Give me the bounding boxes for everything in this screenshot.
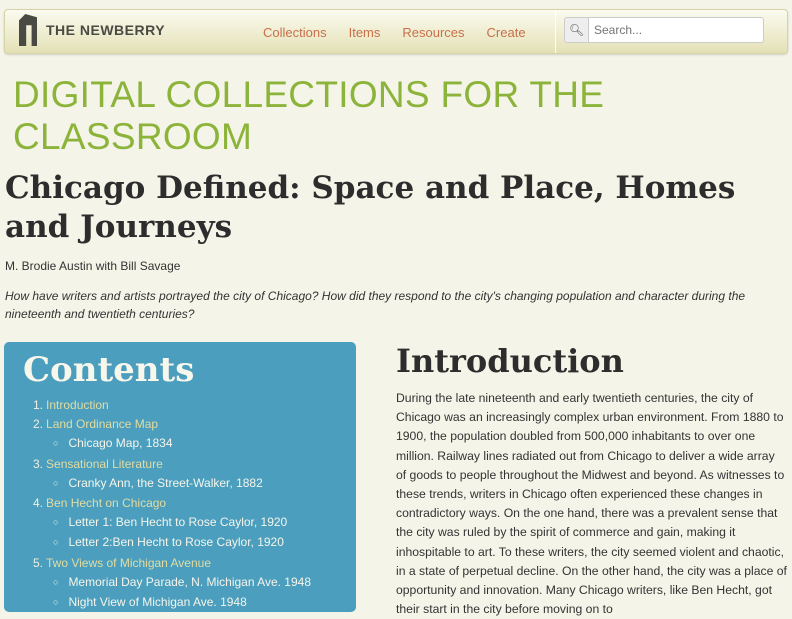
contents-subitem[interactable]: Memorial Day Parade, N. Michigan Ave. 19… [33, 573, 356, 593]
subitem-label: Cranky Ann, the Street-Walker, 1882 [68, 475, 263, 490]
contents-link[interactable]: Land Ordinance Map [46, 417, 158, 431]
author-line: M. Brodie Austin with Bill Savage [5, 259, 181, 273]
contents-subitem[interactable]: Night View of Michigan Ave. 1948 [33, 593, 356, 613]
contents-subitem[interactable]: Letter 2:Ben Hecht to Rose Caylor, 1920 [33, 533, 356, 553]
item-number: 2. [33, 417, 44, 432]
contents-item: 4. Ben Hecht on Chicago [33, 494, 356, 513]
page-title: Chicago Defined: Space and Place, Homes … [5, 170, 736, 245]
contents-subitem[interactable]: Chicago Map, 1834 [33, 434, 356, 454]
guiding-question: How have writers and artists portrayed t… [5, 289, 746, 321]
subitem-label: Letter 2:Ben Hecht to Rose Caylor, 1920 [68, 535, 284, 550]
contents-link[interactable]: Introduction [46, 398, 109, 412]
contents-item: 3. Sensational Literature [33, 455, 356, 474]
search-input[interactable] [589, 17, 764, 43]
item-number: 5. [33, 555, 44, 570]
nav-collections[interactable]: Collections [263, 25, 327, 40]
site-title[interactable]: DIGITAL COLLECTIONS FOR THE CLASSROOM [13, 74, 792, 158]
contents-subitem[interactable]: Letter 1: Ben Hecht to Rose Caylor, 1920 [33, 513, 356, 533]
contents-link[interactable]: Two Views of Michigan Avenue [46, 556, 211, 570]
contents-item: 2. Land Ordinance Map [33, 415, 356, 434]
item-number: 4. [33, 496, 44, 511]
item-number: 1. [33, 398, 44, 412]
contents-link[interactable]: Sensational Literature [46, 457, 163, 471]
subitem-label: Night View of Michigan Ave. 1948 [68, 595, 247, 610]
contents-item: 1. Introduction [33, 396, 356, 415]
newberry-logo-icon [19, 14, 37, 46]
subitem-label: Memorial Day Parade, N. Michigan Ave. 19… [68, 574, 312, 589]
search-icon: 🔍︎ [568, 23, 585, 37]
contents-item: 5. Two Views of Michigan Avenue [33, 554, 356, 573]
subitem-label: Letter 1: Ben Hecht to Rose Caylor, 1920 [68, 515, 288, 530]
search-box: 🔍︎ [564, 17, 764, 43]
search-button[interactable]: 🔍︎ [564, 17, 589, 43]
nav-create[interactable]: Create [487, 25, 526, 40]
nav-items[interactable]: Items [349, 25, 381, 40]
contents-list: 1.Introduction2.Land Ordinance MapChicag… [23, 396, 356, 613]
nav-divider [555, 10, 556, 53]
navbar: THE NEWBERRY Collections Items Resources… [4, 9, 788, 54]
newberry-logo[interactable]: THE NEWBERRY [19, 14, 165, 46]
logo-text: THE NEWBERRY [46, 22, 166, 38]
intro-heading: Introduction [396, 342, 624, 380]
contents-heading: Contents [23, 350, 195, 390]
contents-link[interactable]: Ben Hecht on Chicago [46, 496, 166, 510]
intro-paragraph: During the late nineteenth and early twe… [396, 391, 787, 617]
contents-panel: Contents 1. Introduction 2. Land Ordinance … [4, 342, 356, 612]
contents-subitem[interactable]: Cranky Ann, the Street-Walker, 1882 [33, 474, 356, 494]
nav-resources[interactable]: Resources [402, 25, 464, 40]
subitem-label: Chicago Map, 1834 [68, 436, 173, 451]
item-number: 3. [33, 456, 44, 471]
